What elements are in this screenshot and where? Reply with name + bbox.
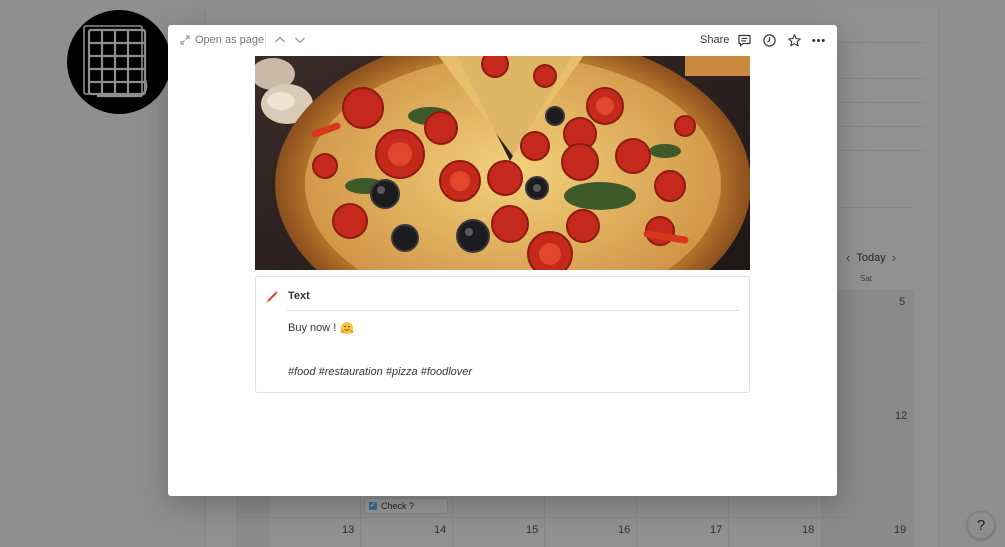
more-icon[interactable]	[811, 33, 826, 48]
text-property-block: Text Buy now ! #food #restauration #pizz…	[255, 276, 750, 393]
day-number: 19	[894, 524, 907, 536]
modal-topbar: Open as page Share	[168, 25, 837, 57]
day-number: 14	[434, 524, 447, 536]
star-icon[interactable]	[787, 33, 802, 48]
bg-divider	[837, 42, 925, 43]
day-number: 5	[899, 296, 906, 308]
bg-divider	[837, 102, 925, 103]
weekday-header-sat: Sat	[860, 274, 873, 283]
day-number: 17	[710, 524, 723, 536]
help-button[interactable]: ?	[967, 511, 995, 539]
day-number: 18	[802, 524, 815, 536]
property-hashtags[interactable]: #food #restauration #pizza #foodlover	[288, 366, 472, 378]
property-value-line[interactable]: Buy now !	[288, 321, 354, 335]
clock-icon[interactable]	[762, 33, 777, 48]
cover-image[interactable]	[255, 56, 750, 270]
property-divider	[287, 310, 739, 311]
bg-divider	[837, 78, 925, 79]
calendar-logo-icon	[67, 10, 171, 114]
chevron-up-icon[interactable]	[273, 33, 287, 47]
chevron-right-icon[interactable]: ›	[892, 250, 896, 265]
day-number: 12	[895, 410, 908, 422]
expand-icon	[180, 35, 190, 45]
day-number: 13	[342, 524, 355, 536]
bg-divider	[837, 150, 925, 151]
day-number: 15	[526, 524, 539, 536]
chevron-left-icon[interactable]: ‹	[846, 250, 850, 265]
property-value-text: Buy now !	[288, 322, 337, 334]
today-button[interactable]: Today	[856, 252, 885, 264]
event-label: Check ?	[381, 501, 415, 511]
checkbox-icon: ✓	[369, 502, 377, 510]
bg-divider	[837, 126, 925, 127]
hugging-face-emoji-icon	[340, 322, 354, 334]
calendar-event-card[interactable]: ✓ Check ?	[364, 498, 448, 514]
calendar-today-nav: ‹ Today ›	[846, 250, 896, 265]
share-button[interactable]: Share	[700, 34, 729, 46]
pencil-icon	[266, 291, 278, 303]
open-as-page-label: Open as page	[195, 34, 265, 46]
toolbar-divider	[265, 34, 266, 47]
property-name: Text	[288, 290, 310, 302]
open-as-page-button[interactable]: Open as page	[180, 34, 264, 46]
chevron-down-icon[interactable]	[293, 33, 307, 47]
day-number: 16	[618, 524, 631, 536]
bg-divider	[837, 207, 913, 208]
page-peek-modal: Open as page Share Text Buy now ! #food …	[168, 25, 837, 496]
comment-icon[interactable]	[737, 33, 752, 48]
